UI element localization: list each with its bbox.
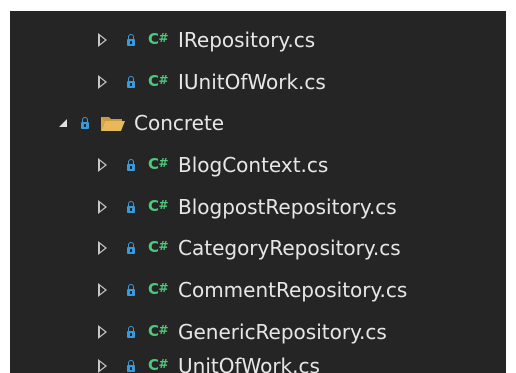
tree-item-label: IRepository.cs <box>178 28 316 52</box>
lock-icon <box>127 242 135 254</box>
tree-item-label: GenericRepository.cs <box>178 320 387 344</box>
folder-open-icon <box>101 117 125 131</box>
csharp-file-icon: C# <box>148 197 169 215</box>
tree-item-label: UnitOfWork.cs <box>178 354 320 373</box>
expand-arrow-icon[interactable] <box>98 283 107 297</box>
expand-arrow-icon[interactable] <box>98 158 107 172</box>
solution-explorer-panel: C# IRepository.cs C# IUnitOfWork.cs Conc… <box>10 11 506 373</box>
expand-arrow-icon[interactable] <box>98 75 107 89</box>
lock-icon <box>81 117 89 129</box>
lock-icon <box>127 34 135 46</box>
expand-arrow-icon[interactable] <box>98 200 107 214</box>
tree-item-label: BlogpostRepository.cs <box>178 195 397 219</box>
tree-item-label: IUnitOfWork.cs <box>178 70 326 94</box>
lock-icon <box>127 201 135 213</box>
csharp-file-icon: C# <box>148 238 169 256</box>
lock-icon <box>127 326 135 338</box>
collapse-arrow-icon[interactable] <box>59 119 67 127</box>
tree-folder-concrete[interactable]: Concrete <box>10 102 506 144</box>
tree-item-label: BlogContext.cs <box>178 153 329 177</box>
tree-item-label: Concrete <box>134 111 225 135</box>
tree-item-irepository[interactable]: C# IRepository.cs <box>10 19 506 61</box>
lock-icon <box>127 159 135 171</box>
csharp-file-icon: C# <box>148 72 169 90</box>
expand-arrow-icon[interactable] <box>98 359 107 373</box>
tree-item-iunitofwork[interactable]: C# IUnitOfWork.cs <box>10 61 506 103</box>
tree-item-label: CategoryRepository.cs <box>178 236 401 260</box>
csharp-file-icon: C# <box>148 322 169 340</box>
expand-arrow-icon[interactable] <box>98 33 107 47</box>
tree-item-blogpostrepository[interactable]: C# BlogpostRepository.cs <box>10 186 506 228</box>
lock-icon <box>127 76 135 88</box>
tree-item-unitofwork[interactable]: C# UnitOfWork.cs <box>10 345 506 373</box>
expand-arrow-icon[interactable] <box>98 325 107 339</box>
tree-item-commentrepository[interactable]: C# CommentRepository.cs <box>10 269 506 311</box>
tree-item-categoryrepository[interactable]: C# CategoryRepository.cs <box>10 227 506 269</box>
lock-icon <box>127 360 135 372</box>
expand-arrow-icon[interactable] <box>98 241 107 255</box>
csharp-file-icon: C# <box>148 356 169 373</box>
tree-item-blogcontext[interactable]: C# BlogContext.cs <box>10 144 506 186</box>
lock-icon <box>127 284 135 296</box>
csharp-file-icon: C# <box>148 30 169 48</box>
csharp-file-icon: C# <box>148 155 169 173</box>
tree-item-label: CommentRepository.cs <box>178 278 408 302</box>
csharp-file-icon: C# <box>148 280 169 298</box>
